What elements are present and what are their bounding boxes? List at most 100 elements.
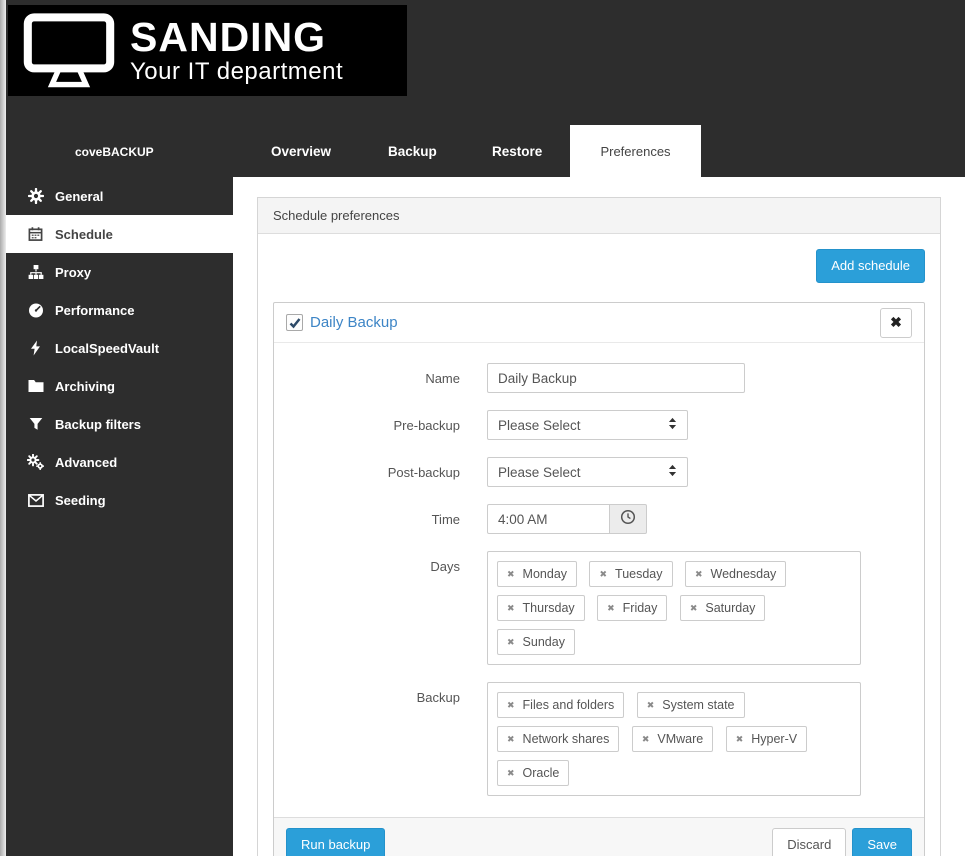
folder-icon <box>27 378 44 394</box>
remove-tag-icon[interactable]: ✖ <box>507 768 515 779</box>
pre-backup-select[interactable]: Please Select <box>487 410 688 440</box>
backup-source-tag[interactable]: ✖ System state <box>637 692 745 718</box>
sidebar-item-label: Proxy <box>55 265 91 280</box>
tag-label: Files and folders <box>523 698 615 712</box>
tag-label: Monday <box>523 567 567 581</box>
days-row: Days ✖ Monday ✖ Tuesday ✖Wednesday <box>289 551 909 665</box>
run-backup-button[interactable]: Run backup <box>286 828 385 856</box>
logo: SANDING Your IT department <box>8 5 407 96</box>
remove-tag-icon[interactable]: ✖ <box>507 700 515 711</box>
remove-tag-icon[interactable]: ✖ <box>695 569 703 580</box>
day-tag[interactable]: ✖ Friday <box>597 595 667 621</box>
remove-tag-icon[interactable]: ✖ <box>507 603 515 614</box>
name-input[interactable] <box>487 363 745 393</box>
panel-title: Schedule preferences <box>258 198 940 234</box>
day-tag[interactable]: ✖ Thursday <box>497 595 585 621</box>
time-row: Time <box>289 504 909 534</box>
tab-backup[interactable]: Backup <box>388 144 437 159</box>
sidebar-item-label: Performance <box>55 303 134 318</box>
name-label: Name <box>289 363 487 393</box>
envelope-icon <box>27 492 44 508</box>
pre-backup-label: Pre-backup <box>289 410 487 440</box>
close-button[interactable]: ✖ <box>880 308 912 338</box>
tab-overview[interactable]: Overview <box>271 144 331 159</box>
tag-label: Friday <box>623 601 658 615</box>
name-row: Name <box>289 363 909 393</box>
sidebar-item-proxy[interactable]: Proxy <box>0 253 233 291</box>
close-icon: ✖ <box>890 314 902 331</box>
gear-icon <box>27 188 44 204</box>
schedule-preferences-panel: Schedule preferences Add schedule Daily … <box>257 197 941 856</box>
backup-source-tag[interactable]: ✖ Files and folders <box>497 692 624 718</box>
backup-source-tag[interactable]: ✖ VMware <box>632 726 713 752</box>
sidebar-item-localspeedvault[interactable]: LocalSpeedVault <box>0 329 233 367</box>
post-backup-select[interactable]: Please Select <box>487 457 688 487</box>
sidebar-item-label: General <box>55 189 103 204</box>
remove-tag-icon[interactable]: ✖ <box>507 569 515 580</box>
app-window: General Schedule Proxy Performance Local… <box>0 0 965 856</box>
tag-label: VMware <box>657 732 703 746</box>
filter-icon <box>27 416 44 432</box>
time-input[interactable] <box>487 504 610 534</box>
remove-tag-icon[interactable]: ✖ <box>690 603 698 614</box>
sidebar-item-label: Seeding <box>55 493 106 508</box>
sidebar-item-seeding[interactable]: Seeding <box>0 481 233 519</box>
discard-button[interactable]: Discard <box>772 828 846 856</box>
remove-tag-icon[interactable]: ✖ <box>647 700 655 711</box>
tag-label: System state <box>662 698 734 712</box>
remove-tag-icon[interactable]: ✖ <box>607 603 615 614</box>
tag-label: Thursday <box>523 601 575 615</box>
add-schedule-button[interactable]: Add schedule <box>816 249 925 283</box>
brand[interactable]: coveBACKUP <box>75 145 154 159</box>
window-edge <box>0 0 6 856</box>
tab-restore[interactable]: Restore <box>492 144 542 159</box>
days-tagbox: ✖ Monday ✖ Tuesday ✖Wednesday ✖ Thursday ✖ F… <box>487 551 861 665</box>
save-button[interactable]: Save <box>852 828 912 856</box>
day-tag[interactable]: ✖Saturday <box>680 595 766 621</box>
backup-source-tag[interactable]: ✖ Hyper-V <box>726 726 807 752</box>
sidebar-item-archiving[interactable]: Archiving <box>0 367 233 405</box>
schedule-card: Daily Backup ✖ Name Pre-backup Please Se… <box>273 302 925 856</box>
cogs-icon <box>27 454 44 470</box>
sidebar-item-performance[interactable]: Performance <box>0 291 233 329</box>
sidebar-item-backup-filters[interactable]: Backup filters <box>0 405 233 443</box>
time-picker-button[interactable] <box>610 504 647 534</box>
logo-title: SANDING <box>130 16 343 59</box>
backup-source-tag[interactable]: ✖Oracle <box>497 760 569 786</box>
remove-tag-icon[interactable]: ✖ <box>599 569 607 580</box>
sidebar-item-general[interactable]: General <box>0 177 233 215</box>
logo-subtitle: Your IT department <box>130 59 343 84</box>
post-backup-selected-value: Please Select <box>498 465 581 480</box>
days-label: Days <box>289 551 487 665</box>
day-tag[interactable]: ✖ Monday <box>497 561 577 587</box>
schedule-title[interactable]: Daily Backup <box>310 314 398 331</box>
monitor-icon <box>22 12 116 89</box>
sidebar-item-label: Backup filters <box>55 417 141 432</box>
remove-tag-icon[interactable]: ✖ <box>736 734 744 745</box>
backup-source-tag[interactable]: ✖Network shares <box>497 726 619 752</box>
tag-label: Tuesday <box>615 567 662 581</box>
sitemap-icon <box>27 264 44 280</box>
day-tag[interactable]: ✖Sunday <box>497 629 575 655</box>
tab-preferences[interactable]: Preferences <box>570 125 701 177</box>
day-tag[interactable]: ✖Wednesday <box>685 561 786 587</box>
backup-row: Backup ✖Files and folders ✖System state … <box>289 682 909 796</box>
sidebar-item-label: Schedule <box>55 227 113 242</box>
post-backup-label: Post-backup <box>289 457 487 487</box>
remove-tag-icon[interactable]: ✖ <box>507 734 515 745</box>
sidebar-item-schedule[interactable]: Schedule <box>0 215 233 253</box>
sidebar-item-label: Archiving <box>55 379 115 394</box>
backup-label: Backup <box>289 682 487 796</box>
schedule-card-footer: Run backup Discard Save <box>274 817 924 856</box>
remove-tag-icon[interactable]: ✖ <box>642 734 650 745</box>
schedule-card-header: Daily Backup ✖ <box>274 303 924 343</box>
tag-label: Hyper-V <box>751 732 797 746</box>
day-tag[interactable]: ✖ Tuesday <box>589 561 672 587</box>
sidebar-item-advanced[interactable]: Advanced <box>0 443 233 481</box>
tachometer-icon <box>27 302 44 318</box>
remove-tag-icon[interactable]: ✖ <box>507 637 515 648</box>
calendar-icon <box>27 226 44 242</box>
schedule-enabled-checkbox[interactable] <box>286 314 303 331</box>
bolt-icon <box>27 340 44 356</box>
sidebar: General Schedule Proxy Performance Local… <box>0 177 233 856</box>
